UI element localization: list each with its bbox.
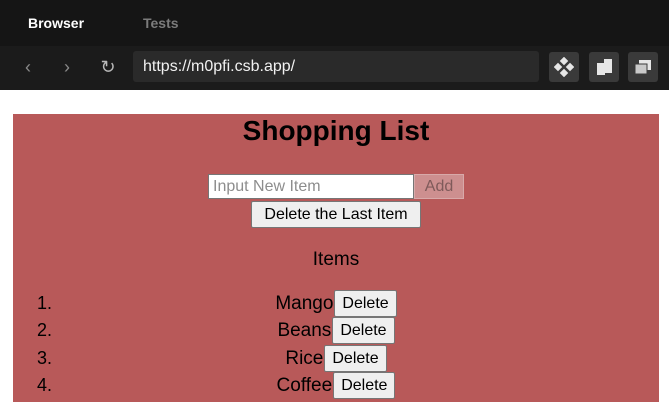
list-item-name: Rice [285, 347, 324, 369]
browser-tab-bar: Browser Tests [0, 0, 669, 46]
new-item-input[interactable] [208, 174, 414, 199]
add-button[interactable]: Add [414, 174, 464, 199]
page-viewport: Shopping List Add Delete the Last Item I… [3, 90, 669, 402]
reload-icon[interactable]: ↻ [97, 56, 119, 78]
page-title: Shopping List [242, 115, 430, 146]
list-item-name: Coffee [276, 374, 333, 396]
devtools-button[interactable] [549, 52, 579, 82]
items-list: 1. Mango Delete 2. Beans Delete 3. Rice Del… [13, 290, 659, 399]
split-view-icon [597, 59, 612, 75]
tab-browser[interactable]: Browser [28, 0, 84, 46]
back-icon[interactable]: ‹ [17, 56, 39, 78]
browser-nav-row: ‹ › ↻ https://m0pfi.csb.app/ [0, 46, 669, 90]
tab-tests[interactable]: Tests [143, 0, 179, 46]
list-item: 3. Rice Delete [13, 345, 659, 372]
items-heading: Items [312, 249, 360, 270]
browser-chrome: Browser Tests ‹ › ↻ https://m0pfi.csb.ap… [0, 0, 669, 90]
list-item-name: Mango [275, 292, 334, 314]
delete-item-button[interactable]: Delete [332, 317, 395, 344]
delete-item-button[interactable]: Delete [324, 345, 387, 372]
list-item: 2. Beans Delete [13, 317, 659, 345]
list-item-name: Beans [277, 319, 332, 341]
devtools-icon [554, 57, 574, 77]
delete-item-button[interactable]: Delete [333, 372, 396, 399]
forward-icon[interactable]: › [56, 56, 78, 78]
windows-icon [634, 60, 651, 75]
list-item: 1. Mango Delete [13, 290, 659, 317]
list-item: 4. Coffee Delete [13, 372, 659, 399]
url-bar[interactable]: https://m0pfi.csb.app/ [133, 51, 539, 82]
new-window-button[interactable] [628, 52, 658, 82]
delete-last-item-button[interactable]: Delete the Last Item [251, 201, 421, 228]
delete-item-button[interactable]: Delete [334, 290, 397, 317]
shopping-list-app: Shopping List Add Delete the Last Item I… [13, 114, 659, 402]
split-view-button[interactable] [589, 52, 619, 82]
